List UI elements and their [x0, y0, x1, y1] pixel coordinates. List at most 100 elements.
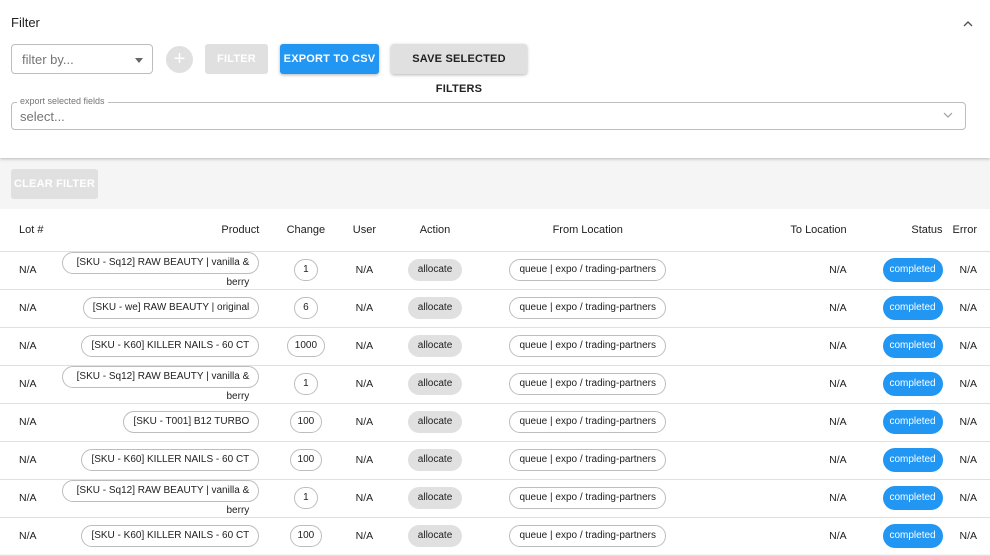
error-cell: N/A [952, 441, 990, 480]
from-location-chip[interactable]: queue | expo / trading-partners [509, 449, 667, 471]
status-badge: completed [882, 372, 943, 396]
status-cell: completed [858, 327, 953, 366]
product-chip[interactable]: [SKU - K60] KILLER NAILS - 60 CT [81, 335, 260, 357]
action-chip: allocate [407, 259, 463, 281]
from-location-chip[interactable]: queue | expo / trading-partners [509, 411, 667, 433]
status-badge: completed [882, 448, 943, 472]
change-chip: 100 [289, 449, 323, 471]
chevron-up-icon[interactable] [958, 12, 978, 32]
clear-filter-button[interactable]: CLEAR FILTER [11, 169, 98, 199]
status-cell: completed [858, 403, 953, 442]
header-user[interactable]: User [340, 209, 389, 252]
from-location-chip[interactable]: queue | expo / trading-partners [509, 487, 667, 509]
action-chip: allocate [407, 525, 463, 547]
from-location-chip[interactable]: queue | expo / trading-partners [509, 259, 667, 281]
save-selected-filters-button[interactable]: SAVE SELECTED FILTERS [391, 44, 527, 95]
change-chip: 100 [289, 525, 323, 547]
movements-table: Lot # Product Change User Action From Lo… [0, 209, 990, 556]
from-location-cell: queue | expo / trading-partners [481, 289, 694, 328]
user-cell: N/A [340, 289, 389, 328]
change-cell: 1 [271, 365, 341, 404]
to-location-cell: N/A [693, 403, 859, 442]
change-cell: 100 [271, 403, 341, 442]
status-cell: completed [858, 365, 953, 404]
change-chip: 1 [293, 373, 318, 395]
table-row[interactable]: N/A [SKU - K60] KILLER NAILS - 60 CT 100 N/… [0, 517, 990, 556]
product-cell: [SKU - K60] KILLER NAILS - 60 CT [61, 327, 272, 366]
add-filter-button[interactable]: + [166, 46, 193, 73]
status-badge: completed [882, 410, 943, 434]
user-cell: N/A [340, 327, 389, 366]
lot-cell: N/A [0, 479, 62, 518]
action-cell: allocate [388, 441, 482, 480]
table-row[interactable]: N/A [SKU - T001] B12 TURBO 100 N/A allocate q… [0, 403, 990, 442]
error-cell: N/A [952, 251, 990, 290]
change-chip: 6 [293, 297, 318, 319]
table-row[interactable]: N/A [SKU - K60] KILLER NAILS - 60 CT 1000 N… [0, 327, 990, 366]
product-chip[interactable]: [SKU - we] RAW BEAUTY | original [82, 297, 260, 319]
status-cell: completed [858, 441, 953, 480]
action-chip: allocate [407, 449, 463, 471]
from-location-chip[interactable]: queue | expo / trading-partners [509, 297, 667, 319]
error-cell: N/A [952, 289, 990, 328]
header-to-location[interactable]: To Location [693, 209, 859, 252]
product-chip[interactable]: [SKU - K60] KILLER NAILS - 60 CT [81, 525, 260, 547]
product-chip[interactable]: [SKU - K60] KILLER NAILS - 60 CT [81, 449, 260, 471]
action-chip: allocate [407, 411, 463, 433]
product-chip[interactable]: [SKU - Sq12] RAW BEAUTY | vanilla & berr… [61, 480, 260, 516]
product-cell: [SKU - K60] KILLER NAILS - 60 CT [61, 441, 272, 480]
product-cell: [SKU - T001] B12 TURBO [61, 403, 272, 442]
product-chip[interactable]: [SKU - T001] B12 TURBO [123, 411, 260, 433]
user-cell: N/A [340, 479, 389, 518]
product-cell: [SKU - Sq12] RAW BEAUTY | vanilla & berr… [61, 479, 272, 518]
status-badge: completed [882, 334, 943, 358]
header-status[interactable]: Status [858, 209, 953, 252]
user-cell: N/A [340, 251, 389, 290]
status-cell: completed [858, 479, 953, 518]
to-location-cell: N/A [693, 289, 859, 328]
lot-cell: N/A [0, 441, 62, 480]
table-row[interactable]: N/A [SKU - we] RAW BEAUTY | original 6 N/A a… [0, 289, 990, 328]
error-cell: N/A [952, 403, 990, 442]
filter-button[interactable]: FILTER [205, 44, 268, 74]
header-error[interactable]: Error [952, 209, 990, 252]
product-cell: [SKU - Sq12] RAW BEAUTY | vanilla & berr… [61, 365, 272, 404]
export-fields-select[interactable]: select... [11, 102, 966, 130]
table-row[interactable]: N/A [SKU - Sq12] RAW BEAUTY | vanilla & b… [0, 365, 990, 404]
export-to-csv-button[interactable]: EXPORT TO CSV [280, 44, 379, 74]
header-change[interactable]: Change [271, 209, 341, 252]
product-chip[interactable]: [SKU - Sq12] RAW BEAUTY | vanilla & berr… [61, 366, 260, 402]
from-location-chip[interactable]: queue | expo / trading-partners [509, 335, 667, 357]
change-chip: 1 [293, 259, 318, 281]
header-product[interactable]: Product [61, 209, 272, 252]
change-cell: 100 [271, 517, 341, 556]
from-location-chip[interactable]: queue | expo / trading-partners [509, 525, 667, 547]
chevron-down-icon [943, 108, 953, 122]
action-cell: allocate [388, 289, 482, 328]
table-row[interactable]: N/A [SKU - Sq12] RAW BEAUTY | vanilla & b… [0, 479, 990, 518]
table-row[interactable]: N/A [SKU - Sq12] RAW BEAUTY | vanilla & b… [0, 251, 990, 290]
product-chip[interactable]: [SKU - Sq12] RAW BEAUTY | vanilla & berr… [61, 252, 260, 288]
header-lot[interactable]: Lot # [0, 209, 62, 252]
action-chip: allocate [407, 487, 463, 509]
status-cell: completed [858, 289, 953, 328]
status-cell: completed [858, 517, 953, 556]
header-action[interactable]: Action [388, 209, 482, 252]
product-cell: [SKU - K60] KILLER NAILS - 60 CT [61, 517, 272, 556]
header-from-location[interactable]: From Location [481, 209, 694, 252]
from-location-chip[interactable]: queue | expo / trading-partners [509, 373, 667, 395]
error-cell: N/A [952, 327, 990, 366]
filter-by-select[interactable]: filter by... [11, 44, 153, 74]
from-location-cell: queue | expo / trading-partners [481, 327, 694, 366]
status-badge: completed [882, 258, 943, 282]
from-location-cell: queue | expo / trading-partners [481, 517, 694, 556]
user-cell: N/A [340, 403, 389, 442]
lot-cell: N/A [0, 365, 62, 404]
dropdown-caret-icon [135, 58, 143, 63]
from-location-cell: queue | expo / trading-partners [481, 441, 694, 480]
change-cell: 6 [271, 289, 341, 328]
export-fields-label: export selected fields [17, 96, 108, 106]
table-row[interactable]: N/A [SKU - K60] KILLER NAILS - 60 CT 100 N/… [0, 441, 990, 480]
error-cell: N/A [952, 365, 990, 404]
to-location-cell: N/A [693, 441, 859, 480]
